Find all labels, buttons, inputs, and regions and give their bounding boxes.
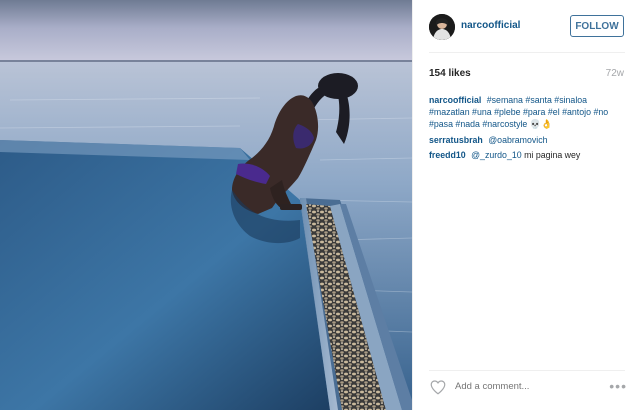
post-photo[interactable] (0, 0, 412, 410)
caption-emoji: 💀👌 (529, 120, 553, 130)
hashtag[interactable]: #nada (455, 119, 479, 129)
caption-username[interactable]: narcoofficial (429, 95, 481, 105)
hashtag[interactable]: #santa (525, 95, 551, 105)
hashtag[interactable]: #para (523, 107, 546, 117)
hashtag[interactable]: #plebe (494, 107, 520, 117)
post-footer: ••• (413, 370, 640, 410)
hashtag[interactable]: #narcostyle (482, 119, 527, 129)
hashtag[interactable]: #antojo (562, 107, 591, 117)
hashtag[interactable]: #mazatlan (429, 107, 470, 117)
instagram-post: narcoofficial FOLLOW 154 likes 72w narco… (0, 0, 640, 410)
heart-icon[interactable] (429, 378, 447, 396)
add-comment-input[interactable] (455, 381, 575, 392)
comment-mention[interactable]: @_zurdo_10 (471, 150, 522, 160)
comment-username[interactable]: serratusbrah (429, 135, 483, 145)
comment-item: freedd10 @_zurdo_10 mi pagina wey (429, 149, 629, 161)
more-options-icon[interactable]: ••• (609, 378, 627, 394)
post-header: narcoofficial FOLLOW (413, 0, 640, 52)
post-age[interactable]: 72w (606, 68, 624, 79)
likes-count[interactable]: 154 likes (429, 68, 471, 79)
avatar[interactable] (429, 14, 455, 40)
caption: narcoofficial #semana #santa #sinaloa #m… (429, 94, 629, 131)
post-username[interactable]: narcoofficial (461, 20, 520, 31)
infinity-pool-photo (0, 0, 412, 410)
hashtag[interactable]: #pasa (429, 119, 453, 129)
header-divider (429, 52, 625, 53)
comment-mention[interactable]: @oabramovich (488, 135, 547, 145)
avatar-image (429, 14, 455, 40)
hashtag[interactable]: #sinaloa (554, 95, 587, 105)
comment-item: serratusbrah @oabramovich (429, 134, 629, 146)
post-sidebar: narcoofficial FOLLOW 154 likes 72w narco… (412, 0, 640, 410)
comment-text: mi pagina wey (524, 150, 581, 160)
hashtag[interactable]: #una (472, 107, 492, 117)
comments-list: narcoofficial #semana #santa #sinaloa #m… (429, 94, 629, 164)
follow-button[interactable]: FOLLOW (570, 15, 624, 37)
hashtag[interactable]: #semana (487, 95, 523, 105)
comment-username[interactable]: freedd10 (429, 150, 466, 160)
hashtag[interactable]: #no (593, 107, 608, 117)
hashtag[interactable]: #el (548, 107, 560, 117)
